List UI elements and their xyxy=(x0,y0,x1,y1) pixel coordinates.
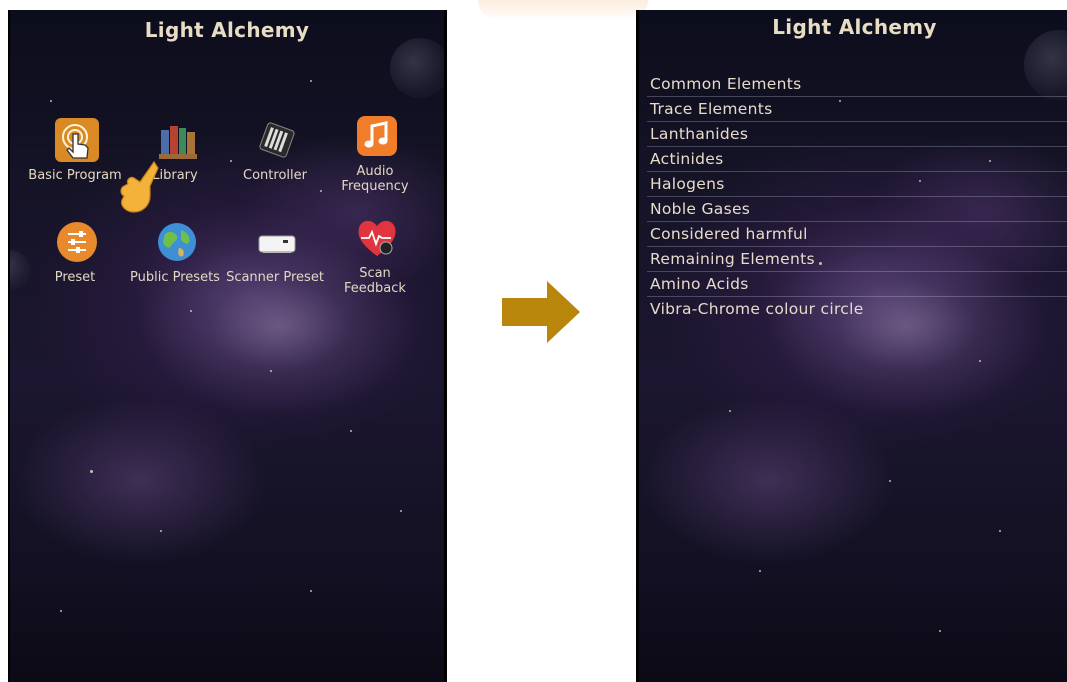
list-item-considered-harmful[interactable]: Considered harmful xyxy=(647,222,1067,247)
app-title: Light Alchemy xyxy=(144,18,310,42)
tile-scan-feedback[interactable]: Scan Feedback xyxy=(323,216,427,306)
touch-hand-icon xyxy=(55,118,99,162)
planet-decoration xyxy=(390,38,444,98)
music-note-icon xyxy=(357,116,397,156)
list-item-trace-elements[interactable]: Trace Elements xyxy=(647,97,1067,122)
list-item-vibra-chrome[interactable]: Vibra-Chrome colour circle xyxy=(647,297,1067,321)
list-item-remaining-elements[interactable]: Remaining Elements xyxy=(647,247,1067,272)
tile-audio-frequency[interactable]: Audio Frequency xyxy=(323,114,427,204)
sliders-icon xyxy=(57,222,97,262)
tile-scanner-preset[interactable]: Scanner Preset xyxy=(223,220,327,310)
list-item-noble-gases[interactable]: Noble Gases xyxy=(647,197,1067,222)
globe-icon xyxy=(158,223,196,261)
heart-scan-icon xyxy=(358,220,396,256)
list-item-halogens[interactable]: Halogens xyxy=(647,172,1067,197)
books-icon xyxy=(159,126,197,159)
list-item-lanthanides[interactable]: Lanthanides xyxy=(647,122,1067,147)
element-category-list: Common Elements Trace Elements Lanthanid… xyxy=(647,72,1067,321)
tile-preset[interactable]: Preset xyxy=(23,220,127,310)
list-item-common-elements[interactable]: Common Elements xyxy=(647,72,1067,97)
pointing-hand-icon xyxy=(120,160,159,213)
app-title: Light Alchemy xyxy=(772,15,937,39)
elements-screen: Light Alchemy Common Elements Trace Elem… xyxy=(636,10,1067,682)
top-decoration xyxy=(478,0,648,20)
list-item-amino-acids[interactable]: Amino Acids xyxy=(647,272,1067,297)
controller-device-icon xyxy=(259,122,295,158)
tile-label: Scan Feedback xyxy=(344,266,406,296)
tile-public-presets[interactable]: Public Presets xyxy=(123,220,227,310)
home-screen: Light Alchemy Basic Program Library Cont… xyxy=(8,10,447,682)
list-item-actinides[interactable]: Actinides xyxy=(647,147,1067,172)
tile-basic-program[interactable]: Basic Program xyxy=(23,118,127,208)
tile-controller[interactable]: Controller xyxy=(223,118,327,208)
tile-label: Audio Frequency xyxy=(341,164,409,194)
scanner-device-icon xyxy=(258,235,296,253)
tile-label: Controller xyxy=(243,168,307,183)
arrow-right-icon xyxy=(502,281,580,343)
tile-label: Scanner Preset xyxy=(226,270,324,285)
